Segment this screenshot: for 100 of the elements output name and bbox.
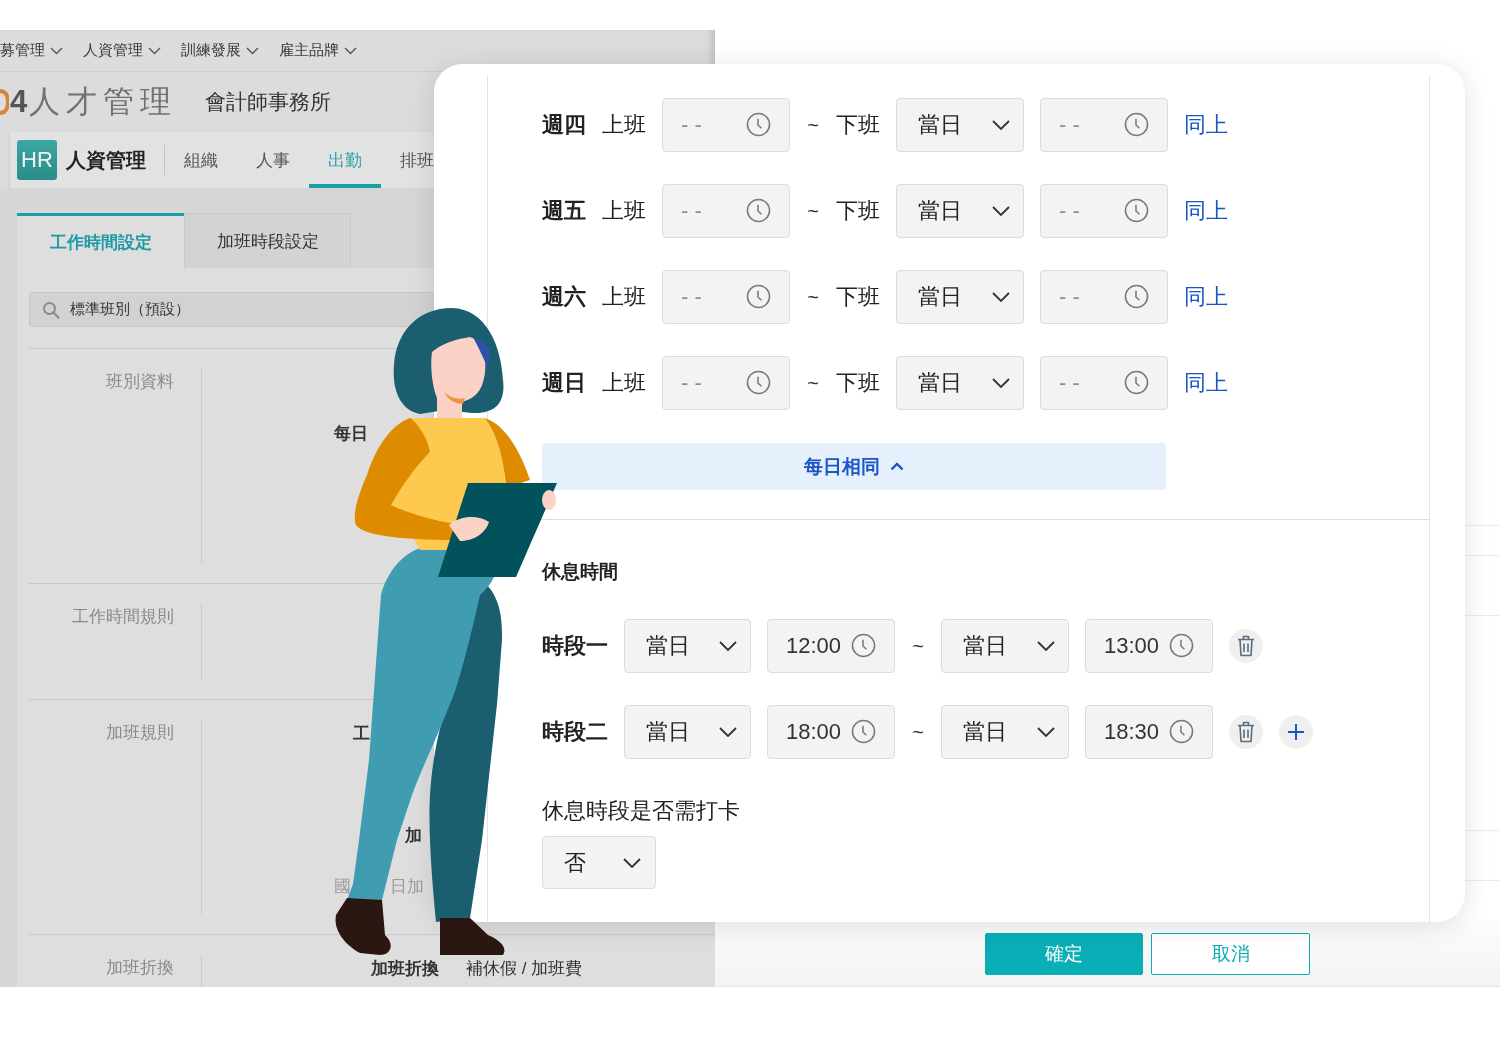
clock-icon: [746, 284, 771, 309]
time-field[interactable]: - -: [1040, 356, 1168, 410]
clock-icon: [746, 112, 771, 137]
brand-logo: 4人才管理: [10, 82, 178, 121]
day-select[interactable]: 當日: [896, 184, 1024, 238]
start-label: 上班: [602, 197, 646, 225]
day-select[interactable]: 當日: [941, 619, 1069, 673]
time-field[interactable]: 18:30: [1085, 705, 1213, 759]
clock-icon: [1169, 633, 1194, 658]
chevron-down-icon: [148, 46, 161, 55]
form-label: 工作時間規則: [72, 607, 174, 626]
day-select[interactable]: 當日: [941, 705, 1069, 759]
same-as-above-link[interactable]: 同上: [1184, 110, 1228, 140]
start-label: 上班: [602, 111, 646, 139]
range-separator: ~: [806, 371, 820, 395]
form-label: 班別資料: [106, 372, 174, 391]
same-as-above-link[interactable]: 同上: [1184, 368, 1228, 398]
clock-icon: [746, 370, 771, 395]
end-label: 下班: [836, 111, 880, 139]
add-button[interactable]: [1279, 715, 1313, 749]
field-label: 每日: [334, 422, 368, 445]
time-field[interactable]: - -: [1040, 184, 1168, 238]
range-separator: ~: [911, 720, 925, 744]
question-label: 休息時段是否需打卡: [542, 797, 741, 825]
chevron-down-icon: [1037, 727, 1055, 737]
range-separator: ~: [806, 199, 820, 223]
time-field[interactable]: - -: [662, 98, 790, 152]
same-as-above-link[interactable]: 同上: [1184, 196, 1228, 226]
end-label: 下班: [836, 369, 880, 397]
time-field[interactable]: - -: [662, 184, 790, 238]
section-title: 休息時間: [542, 560, 619, 584]
nav-menu-item[interactable]: 雇主品牌: [279, 41, 357, 60]
chevron-down-icon: [246, 46, 259, 55]
same-every-day-button[interactable]: 每日相同: [542, 443, 1166, 490]
day-select[interactable]: 當日: [896, 270, 1024, 324]
time-field[interactable]: - -: [1040, 98, 1168, 152]
time-field[interactable]: - -: [662, 270, 790, 324]
clock-icon: [1169, 719, 1194, 744]
same-as-above-link[interactable]: 同上: [1184, 282, 1228, 312]
time-field[interactable]: - -: [1040, 270, 1168, 324]
day-select[interactable]: 當日: [624, 619, 751, 673]
clock-icon: [1124, 112, 1149, 137]
day-select[interactable]: 當日: [896, 356, 1024, 410]
form-label: 加班折換: [106, 958, 174, 977]
end-label: 下班: [836, 283, 880, 311]
time-field[interactable]: - -: [662, 356, 790, 410]
chevron-down-icon: [719, 641, 737, 651]
range-separator: ~: [806, 285, 820, 309]
field-label: 加班折換: [371, 957, 439, 980]
nav-tab[interactable]: 排班: [381, 132, 453, 188]
search-icon: [42, 301, 60, 319]
nav-menu-item[interactable]: 人資管理: [83, 41, 161, 60]
range-separator: ~: [806, 113, 820, 137]
delete-button[interactable]: [1229, 715, 1263, 749]
form-label: 加班規則: [106, 723, 174, 742]
module-title: 人資管理: [66, 147, 146, 173]
time-field[interactable]: 12:00: [767, 619, 895, 673]
start-label: 上班: [602, 369, 646, 397]
day-select[interactable]: 當日: [624, 705, 751, 759]
trash-icon: [1237, 721, 1255, 743]
clock-icon: [1124, 370, 1149, 395]
chevron-down-icon: [344, 46, 357, 55]
plus-icon: [1287, 723, 1305, 741]
day-select[interactable]: 當日: [896, 98, 1024, 152]
chevron-down-icon: [1037, 641, 1055, 651]
settings-tab[interactable]: 加班時段設定: [184, 213, 351, 268]
clock-icon: [1124, 284, 1149, 309]
day-label: 週五: [542, 197, 586, 225]
end-label: 下班: [836, 197, 880, 225]
field-label: 加: [405, 824, 422, 847]
chevron-down-icon: [623, 857, 641, 868]
nav-tab[interactable]: 人事: [237, 132, 309, 188]
field-label: 日加: [390, 875, 424, 898]
delete-button[interactable]: [1229, 629, 1263, 663]
clock-icon: [851, 633, 876, 658]
trash-icon: [1237, 635, 1255, 657]
day-label: 週日: [542, 369, 586, 397]
period-label: 時段二: [542, 718, 608, 746]
day-label: 週六: [542, 283, 586, 311]
chevron-down-icon: [992, 120, 1010, 130]
chevron-down-icon: [719, 727, 737, 737]
chevron-down-icon: [50, 46, 63, 55]
nav-menu-item[interactable]: 訓練發展: [181, 41, 259, 60]
yes-no-select[interactable]: 否: [542, 836, 656, 889]
clock-icon: [746, 198, 771, 223]
field-label: 工: [353, 722, 370, 745]
nav-tab[interactable]: 組織: [165, 132, 237, 188]
time-field[interactable]: 18:00: [767, 705, 895, 759]
day-label: 週四: [542, 111, 586, 139]
clock-icon: [851, 719, 876, 744]
period-label: 時段一: [542, 632, 608, 660]
chevron-down-icon: [992, 206, 1010, 216]
nav-menu-item[interactable]: 募管理: [0, 41, 63, 60]
chevron-down-icon: [992, 378, 1010, 388]
hr-logo: HR: [17, 140, 57, 180]
field-value: 補休假 / 加班費: [466, 957, 583, 980]
range-separator: ~: [911, 634, 925, 658]
start-label: 上班: [602, 283, 646, 311]
time-field[interactable]: 13:00: [1085, 619, 1213, 673]
field-label: 國: [334, 875, 351, 898]
